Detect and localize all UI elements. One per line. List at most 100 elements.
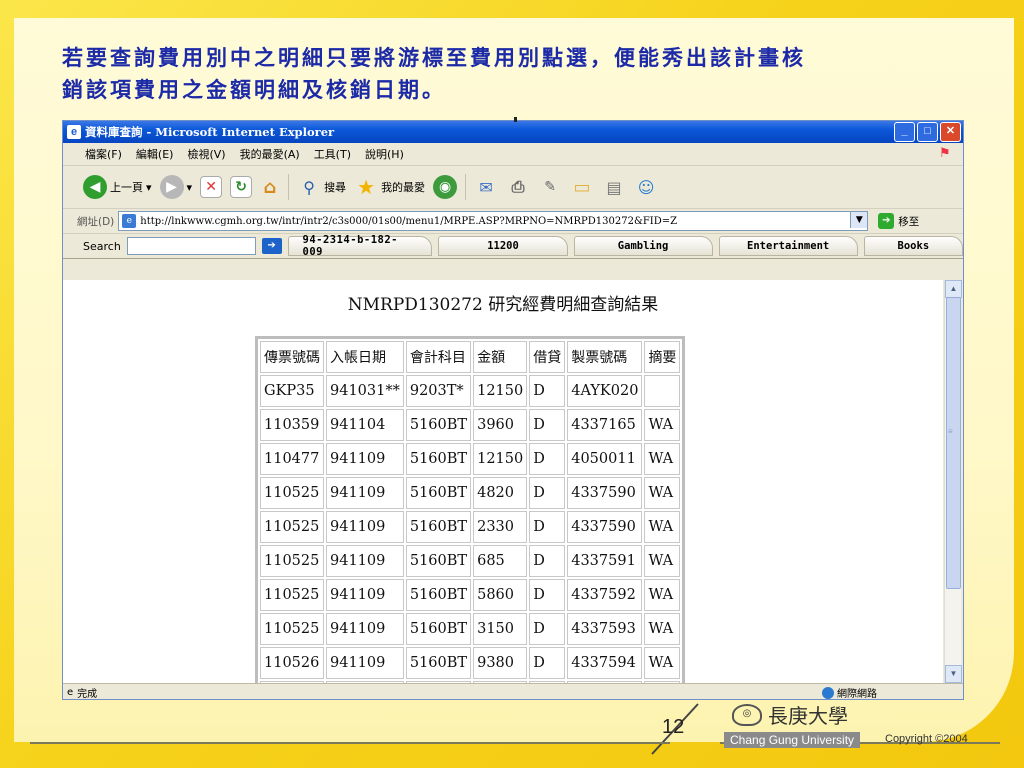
table-cell: 110526	[260, 647, 324, 679]
search-tab-11200[interactable]: 11200	[438, 236, 568, 256]
favorites-button[interactable]: ★ 我的最愛	[354, 175, 425, 199]
menu-help[interactable]: 說明(H)	[365, 146, 404, 162]
university-logo: ◎ 長庚大學	[732, 700, 848, 729]
favorites-label: 我的最愛	[381, 181, 426, 194]
table-cell: 941109	[326, 647, 404, 679]
table-cell: 110359	[260, 409, 324, 441]
column-header: 製票號碼	[567, 341, 643, 373]
forward-button[interactable]: ▶ ▾	[159, 175, 193, 199]
table-cell: 4337590	[567, 511, 643, 543]
vertical-scrollbar[interactable]: ▲ ≡ ▼	[944, 280, 962, 683]
forward-dropdown-icon[interactable]: ▾	[187, 181, 193, 194]
scroll-down-icon[interactable]: ▼	[945, 665, 962, 683]
menu-tools[interactable]: 工具(T)	[314, 146, 351, 162]
title-bar[interactable]: e 資料庫查詢 - Microsoft Internet Explorer _ …	[63, 121, 963, 143]
menu-view[interactable]: 檢視(V)	[187, 146, 225, 162]
table-cell: D	[529, 545, 566, 577]
mail-icon[interactable]: ✉	[474, 175, 498, 199]
table-cell: 941109	[326, 613, 404, 645]
search-label: 搜尋	[324, 181, 347, 194]
folder-icon[interactable]: ▭	[570, 175, 594, 199]
table-cell: 941104	[326, 409, 404, 441]
home-icon[interactable]: ⌂	[260, 177, 280, 198]
address-dropdown-icon[interactable]: ▼	[850, 212, 868, 228]
table-cell: D	[529, 443, 566, 475]
search-toolbar-label: Search	[83, 239, 121, 253]
toolbar-separator	[465, 174, 467, 200]
table-row: 110525 941109 5160BT 3150 D 4337593 WA	[260, 613, 681, 645]
table-row: 110525 941109 5160BT 5860 D 4337592 WA	[260, 579, 681, 611]
table-cell: WA	[644, 647, 681, 679]
table-cell: 5860	[473, 579, 528, 611]
table-cell: 110525	[260, 477, 324, 509]
maximize-button[interactable]: □	[917, 122, 938, 142]
stop-icon[interactable]: ✕	[200, 176, 223, 198]
table-cell: D	[529, 511, 566, 543]
address-input[interactable]: e http://lnkwww.cgmh.org.tw/intr/intr2/c…	[118, 211, 869, 231]
toolbar-separator	[288, 174, 290, 200]
page-icon: e	[122, 214, 137, 228]
page-content: NMRPD130272 研究經費明細查詢結果 傳票號碼 入帳日期 會計科目 金額 借貸製…	[63, 280, 943, 683]
back-button[interactable]: ◀ 上一頁 ▾	[83, 175, 152, 199]
go-button[interactable]: 移至	[898, 214, 919, 229]
print-icon[interactable]: ⎙	[506, 175, 530, 199]
table-cell: 5160BT	[405, 443, 472, 475]
star-icon: ★	[357, 175, 376, 199]
table-cell: 4337591	[567, 545, 643, 577]
table-header-row: 傳票號碼 入帳日期 會計科目 金額 借貸 製票號碼 摘要	[260, 341, 681, 373]
table-cell: 4337592	[567, 579, 643, 611]
table-cell: D	[529, 579, 566, 611]
table-cell: WA	[644, 477, 681, 509]
table-cell: 4337165	[567, 409, 643, 441]
column-header: 入帳日期	[326, 341, 404, 373]
menu-edit[interactable]: 編輯(E)	[136, 146, 174, 162]
zone-indicator: 網際網路	[822, 685, 877, 700]
scroll-up-icon[interactable]: ▲	[945, 280, 962, 298]
messenger-icon[interactable]: ☺	[634, 175, 658, 199]
close-button[interactable]: ✕	[940, 122, 961, 142]
scroll-thumb[interactable]	[946, 297, 961, 589]
table-cell: 110525	[260, 511, 324, 543]
table-cell: WA	[644, 409, 681, 441]
university-emblem-icon: ◎	[732, 703, 762, 726]
table-cell: 5160BT	[405, 409, 472, 441]
forward-arrow-icon: ▶	[159, 175, 184, 199]
zone-text: 網際網路	[837, 689, 877, 700]
table-cell: WA	[644, 613, 681, 645]
table-cell: 12150	[473, 443, 528, 475]
table-cell: 685	[473, 545, 528, 577]
media-icon[interactable]: ◉	[433, 175, 458, 199]
table-cell: WA	[644, 545, 681, 577]
column-header: 會計科目	[405, 341, 472, 373]
table-cell: 110525	[260, 579, 324, 611]
go-arrow-icon[interactable]: ➔	[878, 213, 895, 229]
search-tab-entertainment[interactable]: Entertainment	[718, 236, 858, 256]
result-title: NMRPD130272 研究經費明細查詢結果	[347, 295, 659, 315]
search-keyword-tab[interactable]: 94-2314-b-182-009	[287, 234, 433, 258]
edit-icon[interactable]: ✎	[538, 175, 562, 199]
menu-file[interactable]: 檔案(F)	[85, 146, 122, 162]
table-cell: D	[529, 477, 566, 509]
page-number: 12	[662, 716, 685, 738]
menu-bar: 檔案(F) 編輯(E) 檢視(V) 我的最愛(A) 工具(T) 說明(H) ⚑	[63, 143, 963, 166]
table-row: 110525 941109 5160BT 4820 D 4337590 WA	[260, 477, 681, 509]
back-dropdown-icon[interactable]: ▾	[146, 181, 152, 194]
table-row: 110359 941104 5160BT 3960 D 4337165 WA	[260, 409, 681, 441]
table-cell: 5160BT	[405, 477, 472, 509]
table-cell: 5160BT	[405, 579, 472, 611]
menu-favorites[interactable]: 我的最愛(A)	[240, 146, 300, 162]
table-cell: 4820	[473, 477, 528, 509]
search-tab-gambling[interactable]: Gambling	[573, 236, 713, 256]
search-input[interactable]	[126, 237, 256, 255]
footer-rule-left	[30, 742, 670, 744]
table-row: 110526 941109 5160BT 9380 D 4337594 WA	[260, 647, 681, 679]
research-icon[interactable]: ▤	[602, 175, 626, 199]
search-tab-books[interactable]: Books	[863, 236, 963, 256]
table-row: GKP35 941031** 9203T* 12150 D 4AYK020	[260, 375, 681, 407]
refresh-icon[interactable]: ↻	[230, 176, 253, 198]
windows-logo-icon: ⚑	[939, 146, 951, 161]
search-go-icon[interactable]: ➔	[261, 238, 282, 254]
address-label: 網址(D)	[77, 215, 115, 228]
minimize-button[interactable]: _	[894, 122, 915, 142]
search-button[interactable]: ⚲ 搜尋	[297, 175, 346, 199]
